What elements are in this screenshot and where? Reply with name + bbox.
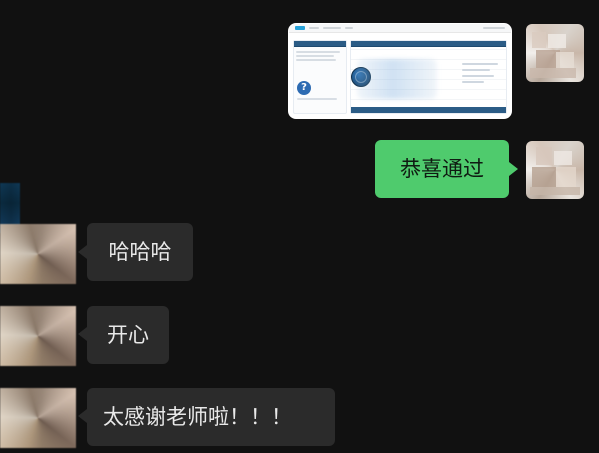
message-text: 开心: [107, 322, 149, 347]
incoming-text-bubble[interactable]: 开心: [87, 306, 169, 364]
image-preview-right-panel: [350, 40, 507, 114]
incoming-bubble-tail: [78, 327, 87, 341]
image-preview-blurred-region: [357, 59, 437, 99]
chat-screen: ? 恭喜通过 哈哈哈 开心 太感谢老师啦！！！: [0, 0, 599, 453]
incoming-bubble-tail: [78, 409, 87, 423]
contact-avatar[interactable]: [0, 306, 76, 366]
image-preview-right-header: [351, 41, 506, 47]
image-preview-nav-line: [323, 27, 341, 29]
message-text: 哈哈哈: [108, 239, 172, 264]
image-preview-text-line: [296, 51, 340, 53]
contact-avatar[interactable]: [0, 388, 76, 448]
image-preview-text-line: [296, 55, 334, 57]
image-preview-nav-line: [483, 27, 505, 29]
message-text: 恭喜通过: [400, 156, 484, 181]
image-preview-text-line: [462, 75, 494, 77]
image-preview-text-line: [462, 69, 490, 71]
image-preview-text-line: [462, 81, 484, 83]
contact-avatar[interactable]: [0, 224, 76, 284]
image-preview-topbar: [289, 24, 511, 33]
message-text: 太感谢老师啦！！！: [103, 404, 292, 429]
image-preview-logo: [295, 26, 305, 30]
my-avatar[interactable]: [526, 141, 584, 199]
image-preview-left-lines: [294, 47, 346, 61]
incoming-text-bubble[interactable]: 哈哈哈: [87, 223, 193, 281]
outgoing-bubble-tail: [509, 162, 518, 176]
image-preview-text-line: [462, 63, 498, 65]
outgoing-text-bubble[interactable]: 恭喜通过: [375, 140, 509, 198]
help-icon: ?: [297, 81, 311, 95]
incoming-bubble-tail: [78, 245, 87, 259]
image-preview-right-text: [462, 59, 498, 87]
image-preview-text-line: [296, 59, 336, 61]
image-preview-nav-line: [345, 27, 353, 29]
my-avatar[interactable]: [526, 24, 584, 82]
image-preview-bottom-bar: [351, 107, 506, 113]
image-preview-left-panel: ?: [293, 40, 347, 114]
incoming-text-bubble[interactable]: 太感谢老师啦！！！: [87, 388, 335, 446]
image-preview-help-text: [297, 98, 337, 100]
outgoing-image-message[interactable]: ?: [288, 23, 512, 119]
image-preview-nav-line: [309, 27, 319, 29]
image-preview-content: ?: [289, 40, 511, 118]
